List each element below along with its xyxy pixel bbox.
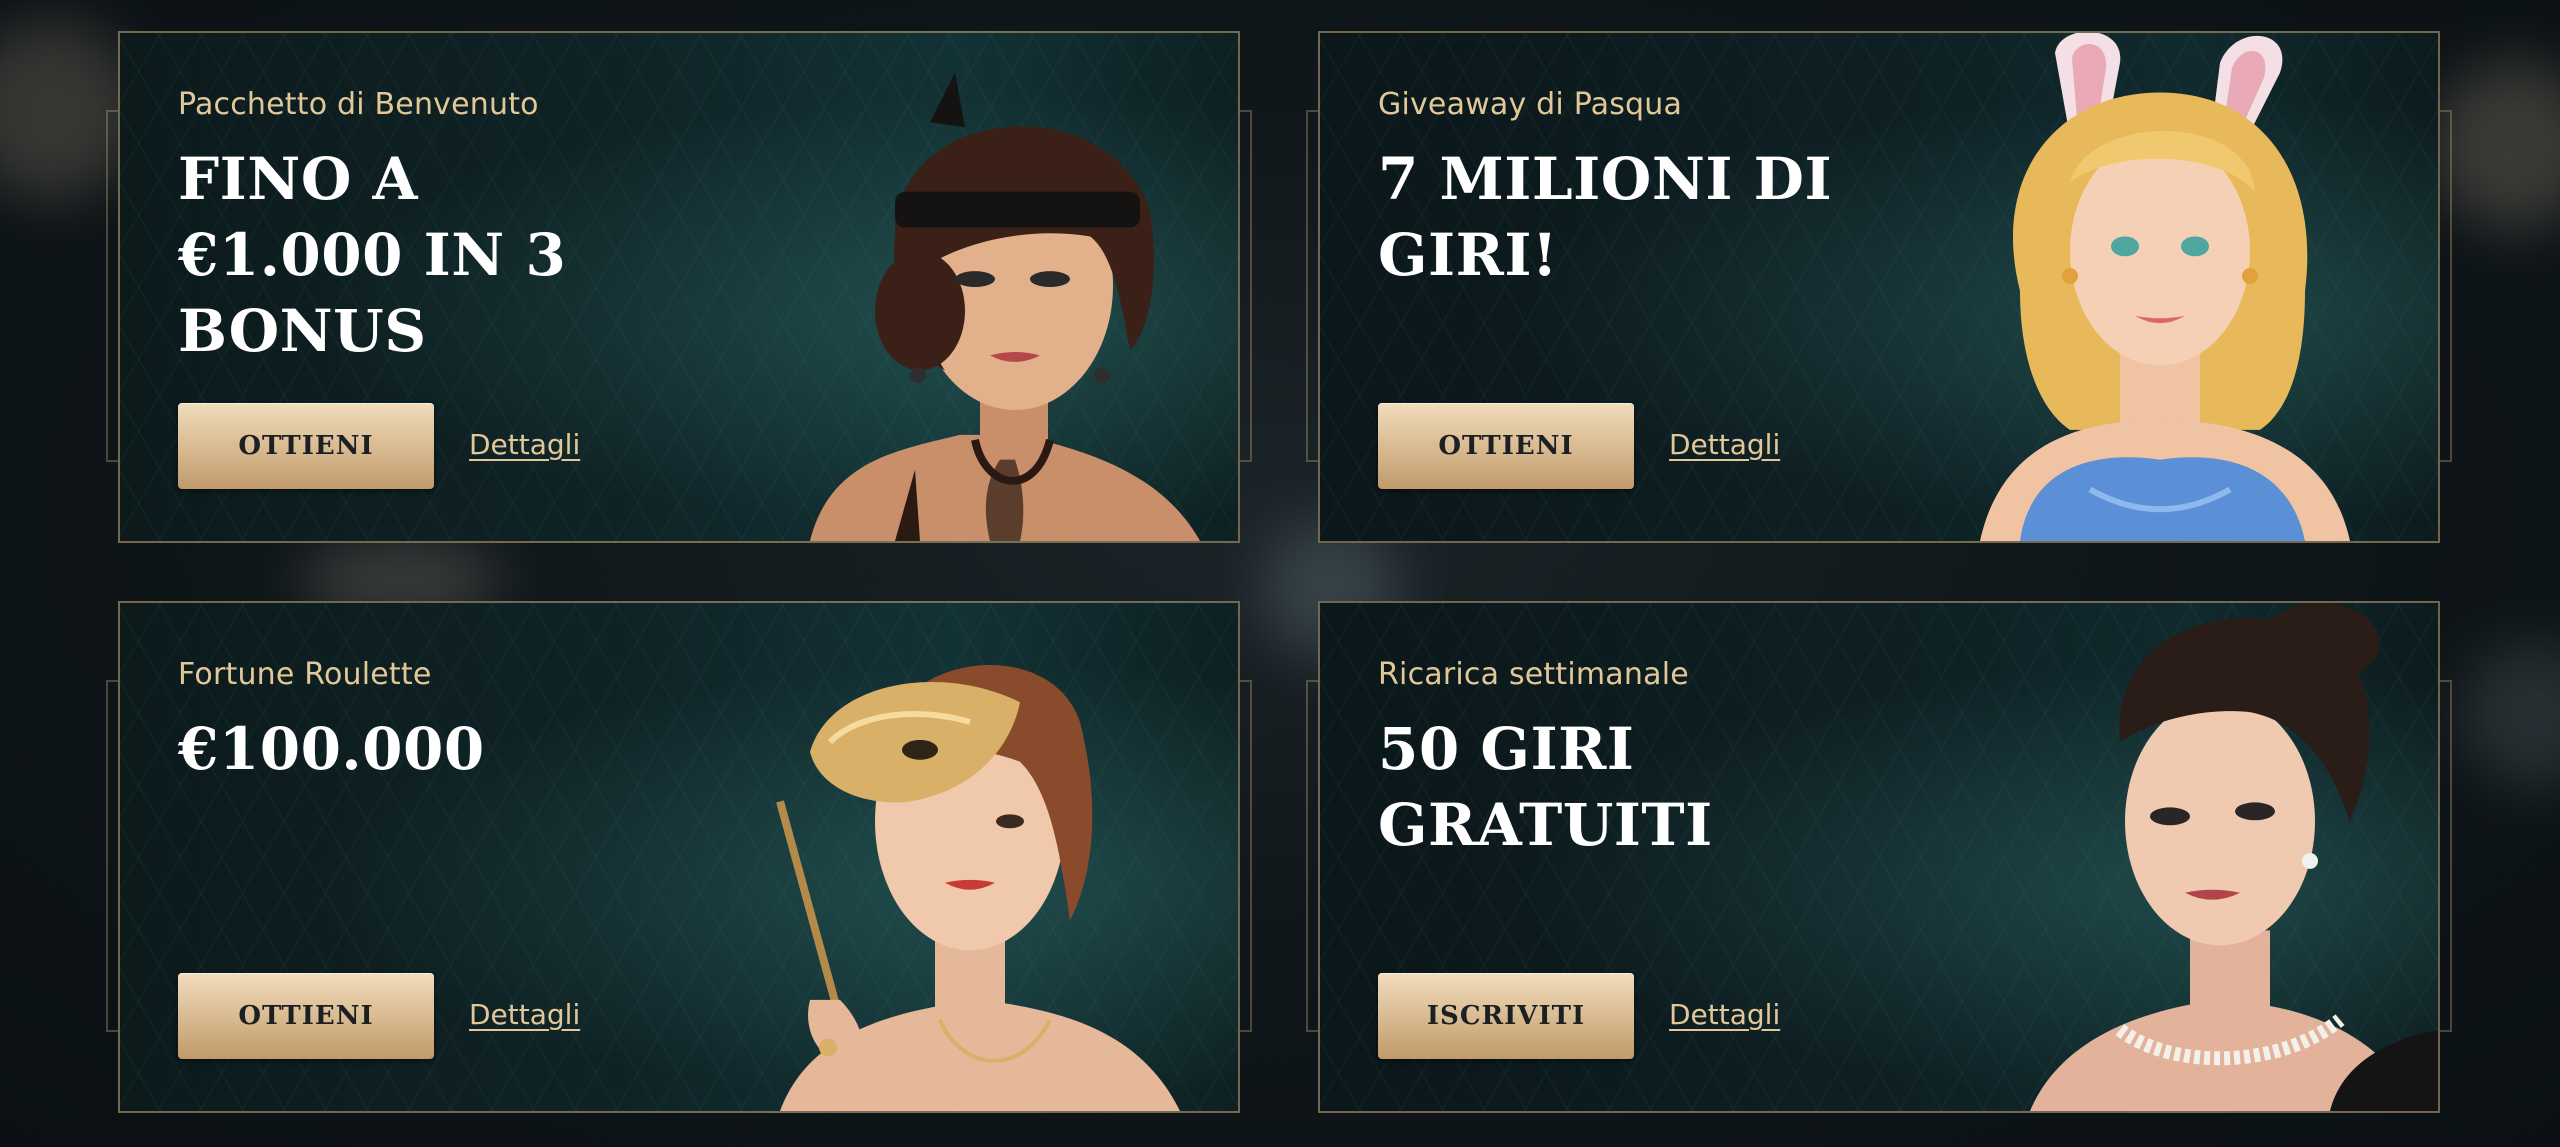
flapper-woman-illustration [690, 33, 1238, 541]
promo-card-fortune-roulette: Fortune Roulette €100.000 OTTIENI Dettag… [118, 601, 1240, 1113]
promo-headline-line: FINO A [178, 145, 419, 213]
bunny-girl-illustration [1960, 33, 2438, 541]
details-link[interactable]: Dettagli [1669, 998, 1780, 1031]
details-link[interactable]: Dettagli [469, 428, 580, 461]
masquerade-woman-illustration [720, 603, 1238, 1111]
details-link[interactable]: Dettagli [1669, 428, 1780, 461]
promo-headline-line: €1.000 IN 3 [178, 221, 567, 289]
card-frame-bracket [1306, 110, 1318, 462]
card-frame-bracket [1240, 680, 1252, 1032]
promo-eyebrow: Giveaway di Pasqua [1378, 87, 1683, 122]
promo-content: Pacchetto di Benvenuto FINO A €1.000 IN … [178, 33, 738, 541]
promo-headline-line: GIRI! [1378, 221, 1558, 289]
promo-content: Ricarica settimanale 50 GIRI GRATUITI IS… [1378, 603, 1938, 1111]
promo-card-welcome-package: Pacchetto di Benvenuto FINO A €1.000 IN … [118, 31, 1240, 543]
promo-headline-line: 50 GIRI [1378, 715, 1635, 783]
get-bonus-button[interactable]: OTTIENI [178, 973, 434, 1059]
promo-eyebrow: Fortune Roulette [178, 657, 432, 692]
promo-eyebrow: Pacchetto di Benvenuto [178, 87, 539, 122]
promo-headline: €100.000 [178, 711, 485, 787]
background-bokeh [2460, 640, 2560, 790]
pearl-necklace-woman-illustration [2000, 603, 2438, 1111]
card-frame-bracket [106, 680, 118, 1032]
promo-eyebrow: Ricarica settimanale [1378, 657, 1689, 692]
card-frame-bracket [106, 110, 118, 462]
promo-headline: 50 GIRI GRATUITI [1378, 711, 1713, 863]
details-link[interactable]: Dettagli [469, 998, 580, 1031]
promo-headline-line: 7 MILIONI DI [1378, 145, 1833, 213]
promo-content: Giveaway di Pasqua 7 MILIONI DI GIRI! OT… [1378, 33, 1938, 541]
get-bonus-button[interactable]: OTTIENI [178, 403, 434, 489]
subscribe-button[interactable]: ISCRIVITI [1378, 973, 1634, 1059]
promo-headline: 7 MILIONI DI GIRI! [1378, 141, 1832, 293]
promo-headline-line: BONUS [178, 297, 427, 365]
promo-headline-line: €100.000 [178, 715, 485, 783]
promo-headline: FINO A €1.000 IN 3 BONUS [178, 141, 566, 369]
promo-content: Fortune Roulette €100.000 OTTIENI Dettag… [178, 603, 738, 1111]
promo-headline-line: GRATUITI [1378, 791, 1713, 859]
card-frame-bracket [2440, 680, 2452, 1032]
card-frame-bracket [1240, 110, 1252, 462]
promo-card-weekly-reload: Ricarica settimanale 50 GIRI GRATUITI IS… [1318, 601, 2440, 1113]
promo-card-easter-giveaway: Giveaway di Pasqua 7 MILIONI DI GIRI! OT… [1318, 31, 2440, 543]
card-frame-bracket [1306, 680, 1318, 1032]
get-bonus-button[interactable]: OTTIENI [1378, 403, 1634, 489]
card-frame-bracket [2440, 110, 2452, 462]
